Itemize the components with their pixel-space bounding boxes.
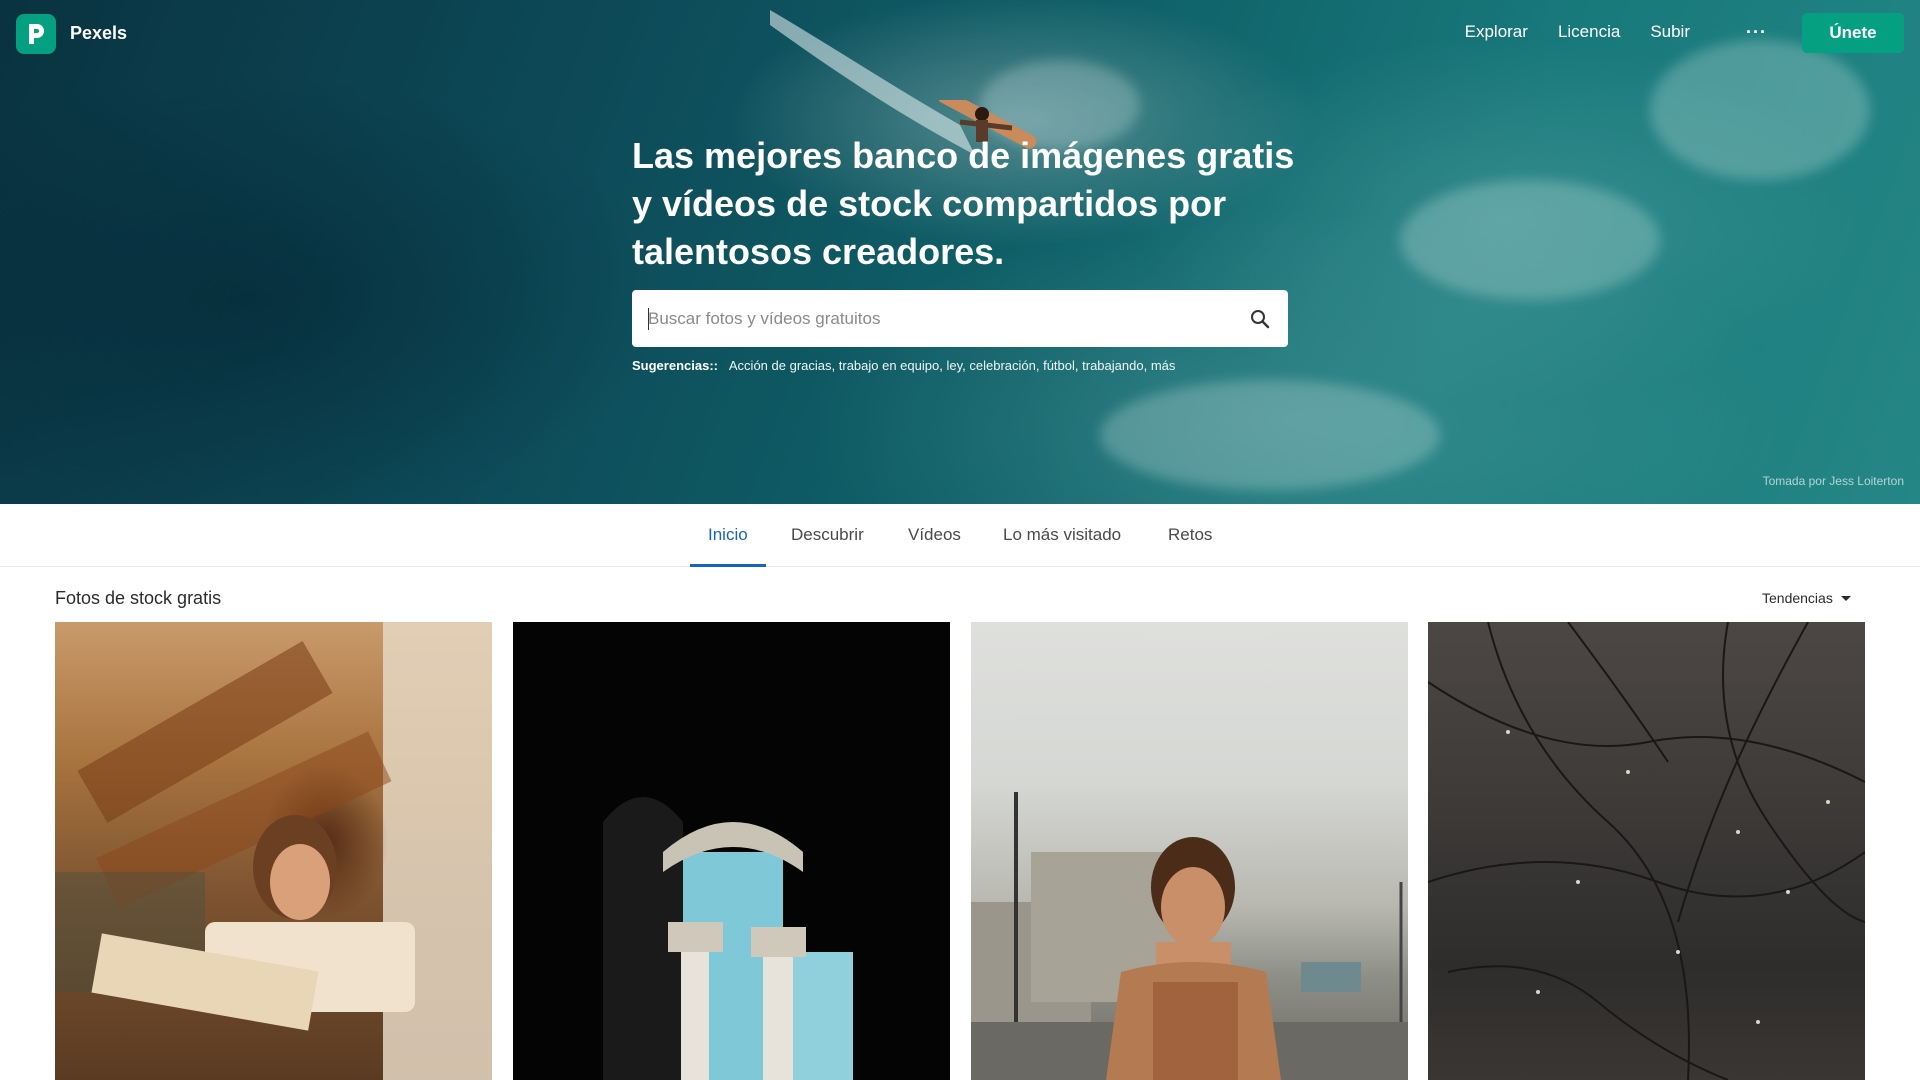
more-menu-icon[interactable]: ··· xyxy=(1746,22,1767,43)
search-icon[interactable] xyxy=(1248,307,1272,331)
section-tabs: Inicio Descubrir Vídeos Lo más visitado … xyxy=(0,504,1920,567)
tab-videos[interactable]: Vídeos xyxy=(890,504,979,566)
hero-title: Las mejores banco de imágenes gratis y v… xyxy=(632,135,1295,272)
wave-foam xyxy=(1100,380,1440,490)
pexels-logo-glyph xyxy=(29,24,44,44)
hero-banner: Pexels Explorar Licencia Subir ··· Únete… xyxy=(0,0,1920,504)
wave-foam xyxy=(1400,180,1660,300)
suggestion-link[interactable]: celebración xyxy=(969,358,1036,373)
search-bar xyxy=(632,290,1288,347)
suggestion-link[interactable]: trabajo en equipo xyxy=(839,358,939,373)
tab-label: Vídeos xyxy=(908,525,961,544)
brand-name[interactable]: Pexels xyxy=(70,23,127,44)
nav-upload[interactable]: Subir xyxy=(1650,22,1690,42)
active-tab-indicator xyxy=(690,564,766,567)
photo-card[interactable] xyxy=(55,622,492,1080)
section-title: Fotos de stock gratis xyxy=(55,588,222,608)
photo-card[interactable] xyxy=(1428,622,1865,1080)
suggestion-more-link[interactable]: más xyxy=(1151,358,1176,373)
sort-label: Tendencias xyxy=(1762,590,1833,606)
text-caret xyxy=(648,308,649,330)
tab-descubrir[interactable]: Descubrir xyxy=(773,504,882,566)
tab-lo-mas-visitado[interactable]: Lo más visitado xyxy=(985,504,1139,566)
search-suggestions: Sugerencias:: Acción de gracias, trabajo… xyxy=(632,358,1176,373)
tab-label: Descubrir xyxy=(791,525,864,544)
tab-retos[interactable]: Retos xyxy=(1150,504,1230,566)
photo-card[interactable] xyxy=(971,622,1408,1080)
photo-woman-reading-film xyxy=(55,641,415,1031)
nav-explore[interactable]: Explorar xyxy=(1465,22,1528,42)
photo-arches-columns xyxy=(603,797,853,1080)
search-input[interactable] xyxy=(648,290,1238,347)
nav-license[interactable]: Licencia xyxy=(1558,22,1620,42)
photo-wet-branches xyxy=(1428,622,1865,1080)
nav-links: Explorar Licencia Subir xyxy=(1465,22,1690,42)
photo-young-man-street xyxy=(971,792,1408,1080)
suggestion-link[interactable]: ley xyxy=(946,358,962,373)
suggestions-label: Sugerencias:: xyxy=(632,358,718,373)
photo-credit[interactable]: Tomada por Jess Loiterton xyxy=(1763,474,1904,488)
tab-label: Retos xyxy=(1168,525,1213,544)
pexels-logo-icon[interactable] xyxy=(16,14,56,54)
sort-dropdown[interactable]: Tendencias xyxy=(1762,590,1851,606)
tab-label: Inicio xyxy=(708,525,748,544)
photo-card[interactable] xyxy=(513,622,950,1080)
tab-label: Lo más visitado xyxy=(1003,525,1122,544)
suggestion-link[interactable]: Acción de gracias xyxy=(729,358,832,373)
suggestion-link[interactable]: trabajando xyxy=(1082,358,1143,373)
chevron-down-icon xyxy=(1840,595,1851,601)
join-button[interactable]: Únete xyxy=(1802,13,1904,53)
tab-inicio[interactable]: Inicio xyxy=(690,504,766,567)
suggestion-link[interactable]: fútbol xyxy=(1043,358,1075,373)
top-navigation: Pexels Explorar Licencia Subir ··· Únete xyxy=(0,0,1920,68)
